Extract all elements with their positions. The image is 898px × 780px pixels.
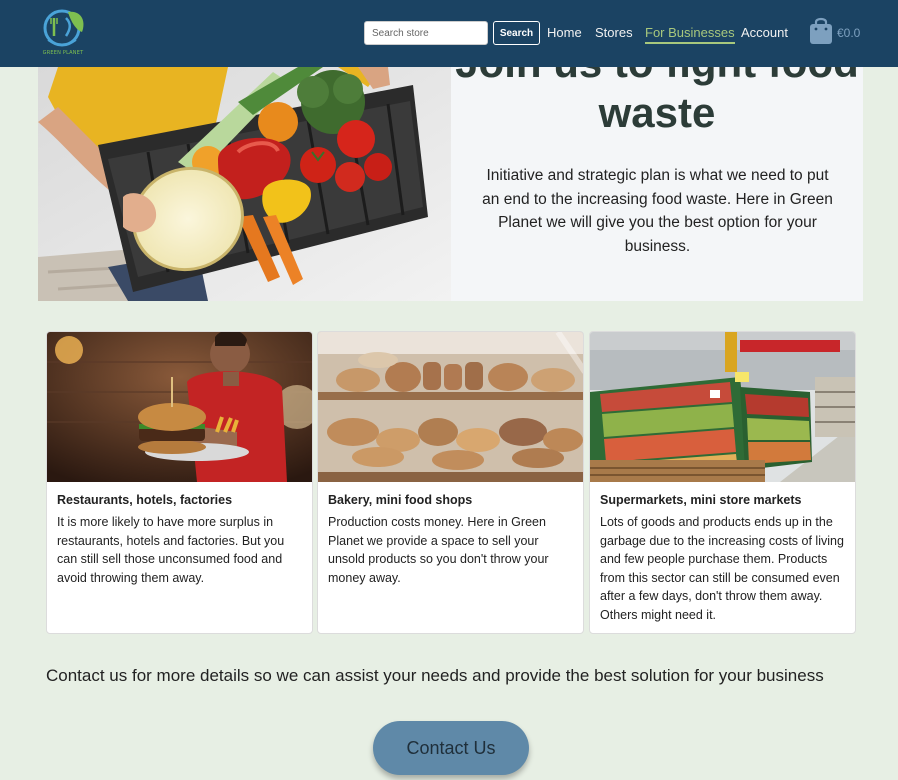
planet-logo-icon: [43, 9, 84, 47]
search-button[interactable]: Search: [493, 21, 540, 45]
card-image-bakery: [318, 332, 583, 482]
nav-link-for-businesses[interactable]: For Businesses: [645, 25, 735, 44]
logo-text: GREEN PLANET: [42, 50, 84, 56]
nav-link-account[interactable]: Account: [741, 25, 788, 40]
nav-link-stores[interactable]: Stores: [595, 25, 633, 40]
card-bakery[interactable]: Bakery, mini food shops Production costs…: [317, 331, 584, 634]
cart-button[interactable]: €0.0: [808, 15, 868, 47]
shopping-bag-icon: [810, 17, 832, 44]
cart-total: €0.0: [837, 26, 861, 40]
card-text: Production costs money. Here in Green Pl…: [328, 515, 549, 585]
contact-us-button[interactable]: Contact Us: [373, 721, 529, 775]
hero-text-panel: Join us to fight food waste Initiative a…: [451, 67, 863, 301]
card-text: Lots of goods and products ends up in th…: [600, 515, 844, 622]
navbar: GREEN PLANET Search Home Stores For Busi…: [0, 0, 898, 67]
hero-description: Initiative and strategic plan is what we…: [482, 167, 833, 255]
card-image-restaurant: [47, 332, 312, 482]
card-text: It is more likely to have more surplus i…: [57, 515, 285, 585]
contact-prompt: Contact us for more details so we can as…: [46, 666, 824, 685]
card-title: Restaurants, hotels, factories: [57, 493, 233, 507]
card-supermarkets[interactable]: Supermarkets, mini store markets Lots of…: [589, 331, 856, 634]
card-image-supermarket: [590, 332, 855, 482]
search-input[interactable]: [364, 21, 488, 45]
card-restaurants[interactable]: Restaurants, hotels, factories It is mor…: [46, 331, 313, 634]
green-planet-logo[interactable]: GREEN PLANET: [36, 6, 90, 60]
hero-section: Join us to fight food waste Initiative a…: [38, 67, 863, 301]
hero-image-produce-crate: [38, 67, 451, 301]
card-title: Bakery, mini food shops: [328, 493, 473, 507]
nav-link-home[interactable]: Home: [547, 25, 582, 40]
card-title: Supermarkets, mini store markets: [600, 493, 802, 507]
hero-title: Join us to fight food waste: [455, 67, 859, 136]
